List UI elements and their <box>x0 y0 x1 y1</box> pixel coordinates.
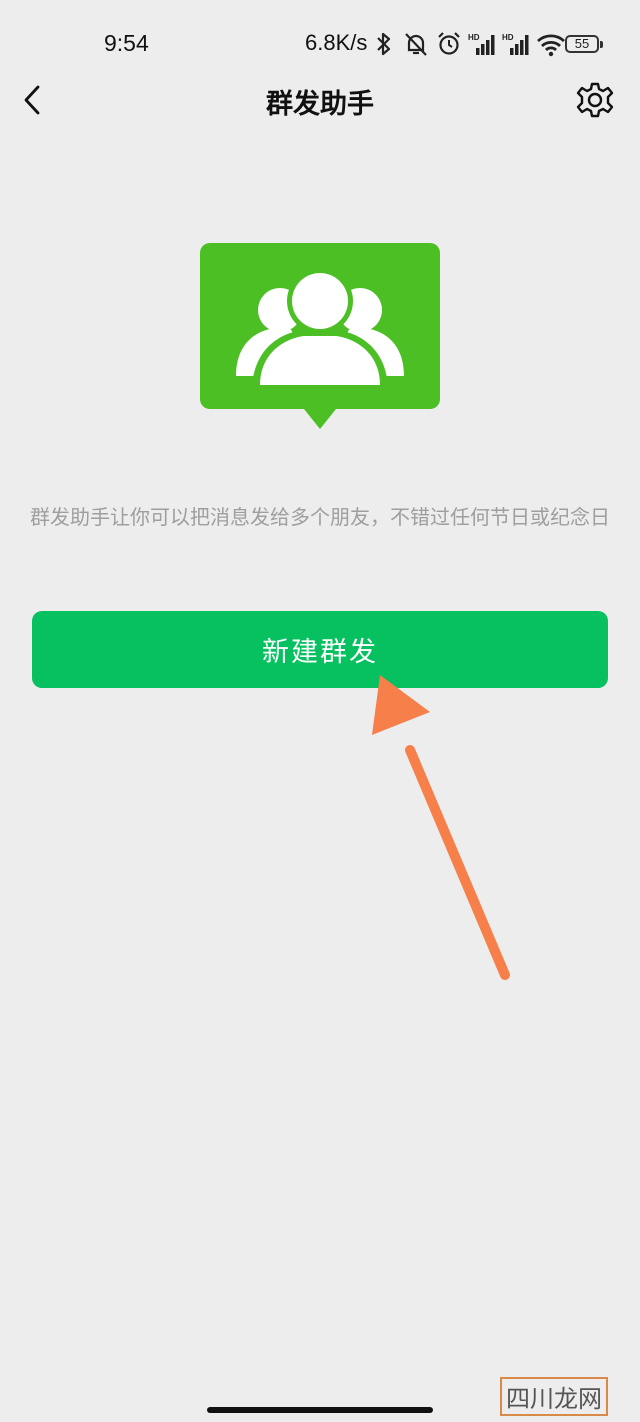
svg-text:HD: HD <box>502 33 514 42</box>
signal-hd-icon: HD <box>468 33 495 55</box>
network-speed: 6.8K/s <box>305 30 368 55</box>
wifi-icon <box>537 34 565 57</box>
bluetooth-icon <box>377 32 391 56</box>
battery-icon: 55 <box>565 35 603 53</box>
status-icons: HD HD <box>374 30 566 58</box>
status-time: 9:54 <box>104 30 149 56</box>
new-broadcast-label: 新建群发 <box>262 637 378 668</box>
svg-text:HD: HD <box>468 33 480 42</box>
new-broadcast-button[interactable]: 新建群发 <box>32 611 608 688</box>
alarm-icon <box>438 32 460 55</box>
signal-hd-icon: HD <box>502 33 529 55</box>
arrow-annotation <box>372 675 510 980</box>
nav-bar: 群发助手 <box>0 62 640 138</box>
home-indicator[interactable] <box>207 1407 433 1413</box>
page-title: 群发助手 <box>266 89 374 120</box>
watermark-brand: 四川龙网 <box>500 1376 608 1416</box>
group-people-icon <box>200 243 440 429</box>
gear-icon <box>576 82 614 118</box>
muted-bell-icon <box>405 33 427 56</box>
settings-button[interactable] <box>575 80 615 120</box>
watermark: 四川龙网 <box>500 1376 608 1416</box>
description-text: 群发助手让你可以把消息发给多个朋友，不错过任何节日或纪念日 <box>30 505 610 529</box>
